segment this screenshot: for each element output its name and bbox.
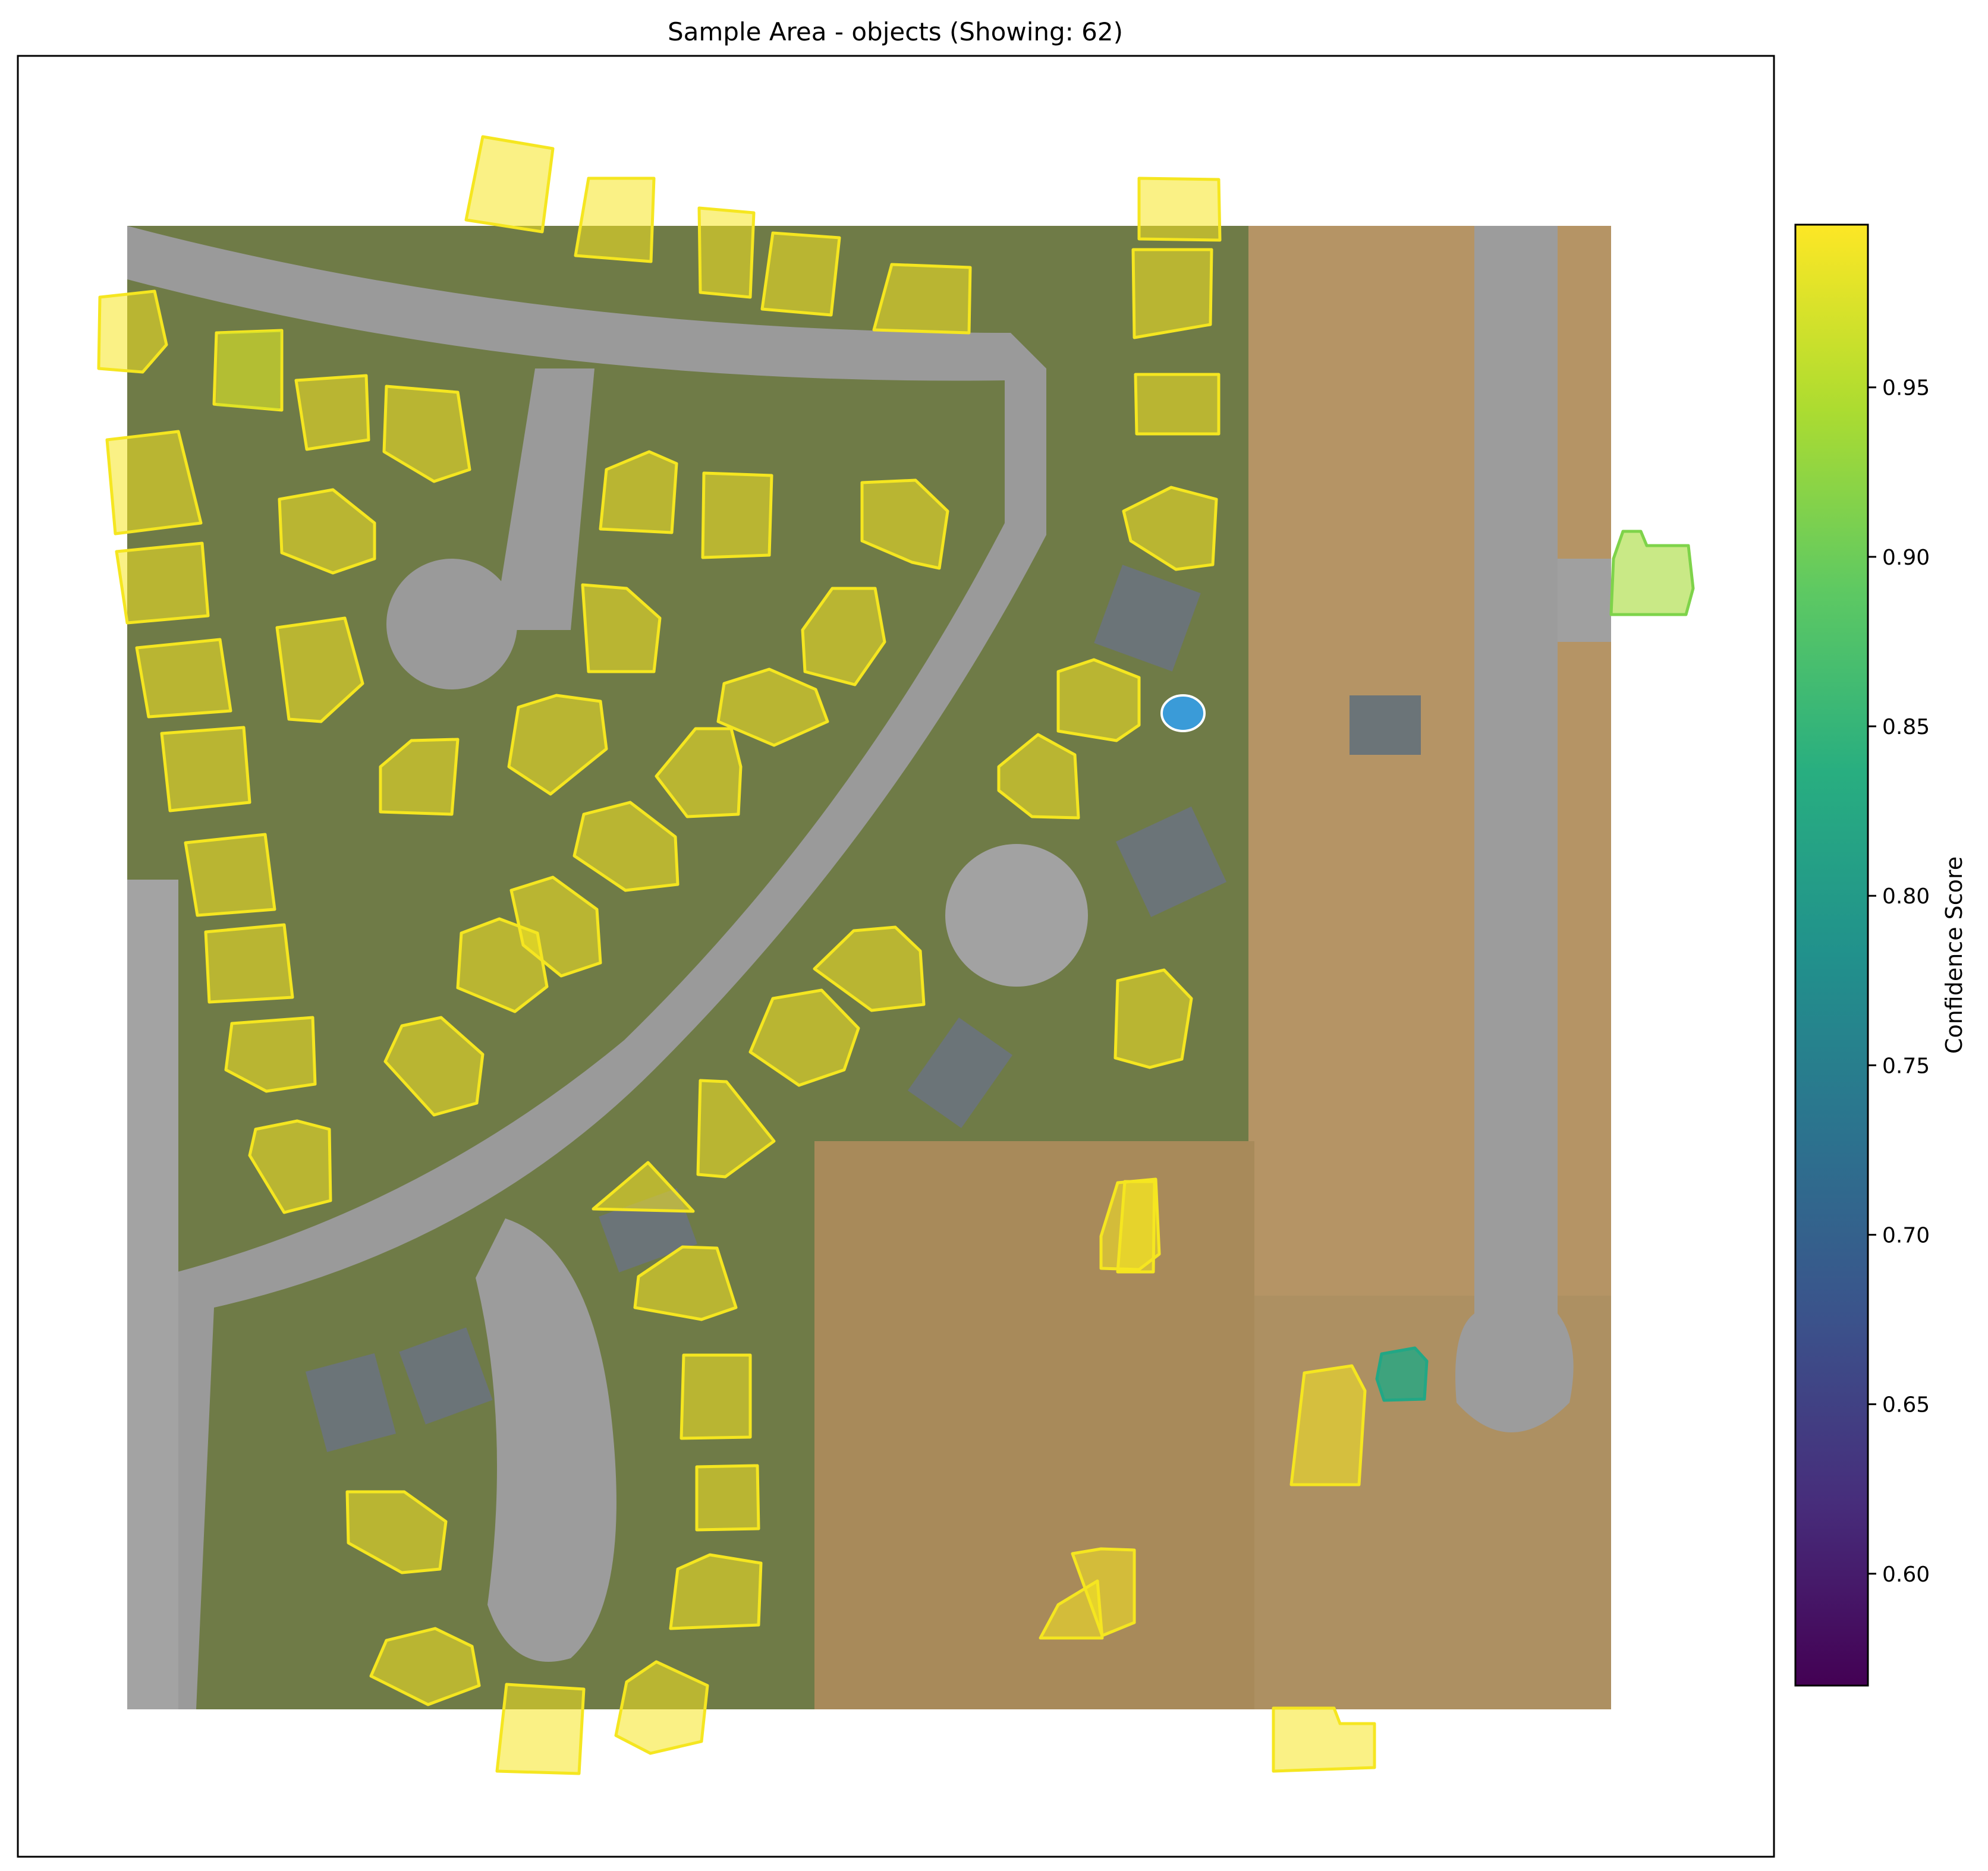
colorbar-tick-label: 0.60 xyxy=(1882,1563,1930,1587)
colorbar xyxy=(1794,223,1869,1687)
detection-polygon-low xyxy=(1375,1346,1429,1402)
detection-polygon xyxy=(135,638,232,719)
detection-polygon-mid xyxy=(1609,530,1695,616)
house-roof xyxy=(1350,695,1421,755)
detection-polygon xyxy=(184,833,276,917)
colorbar-tick-label: 0.75 xyxy=(1882,1054,1930,1078)
detection-polygon xyxy=(574,177,656,263)
colorbar-tick-label: 0.95 xyxy=(1882,376,1930,401)
colorbar-tick-label: 0.65 xyxy=(1882,1393,1930,1418)
detection-polygon xyxy=(1137,177,1222,242)
detection-polygon xyxy=(695,1464,760,1532)
detection-polygon xyxy=(495,1683,586,1775)
detection-polygon xyxy=(697,206,756,299)
detection-polygon xyxy=(294,374,370,451)
detection-polygon xyxy=(1056,658,1141,742)
colorbar-label: Confidence Score xyxy=(1941,856,1967,1054)
detection-polygon xyxy=(1113,968,1193,1069)
detection-polygon xyxy=(1289,1364,1367,1486)
detection-polygon xyxy=(1131,248,1213,339)
detection-polygon xyxy=(701,471,773,559)
colorbar-tick-label: 0.90 xyxy=(1882,546,1930,570)
detection-polygon-mid xyxy=(216,330,282,410)
field-southeast xyxy=(814,1141,1254,1709)
detection-polygon xyxy=(160,726,251,812)
detection-polygon xyxy=(1272,1706,1376,1773)
colorbar-tick-label: 0.85 xyxy=(1882,715,1930,739)
detection-polygon xyxy=(1134,373,1221,436)
pool xyxy=(1160,694,1206,732)
detection-polygon xyxy=(760,231,841,317)
detection-polygon xyxy=(464,135,555,234)
detection-polygon xyxy=(115,541,210,625)
colorbar-tick-label: 0.70 xyxy=(1882,1223,1930,1248)
detection-polygon xyxy=(680,1353,752,1440)
detection-polygon xyxy=(1116,1180,1156,1274)
chart-title: Sample Area - objects (Showing: 62) xyxy=(668,17,1123,46)
colorbar-ticks: 0.60 0.65 0.70 0.75 0.80 0.85 0.90 0.95 xyxy=(1868,376,1930,1587)
detection-polygon xyxy=(872,263,972,335)
detection-polygon xyxy=(669,1553,763,1630)
colorbar-tick-label: 0.80 xyxy=(1882,884,1930,909)
figure: Sample Area - objects (Showing: 62) 0.60… xyxy=(17,17,1967,1858)
detection-polygon xyxy=(204,923,294,1004)
